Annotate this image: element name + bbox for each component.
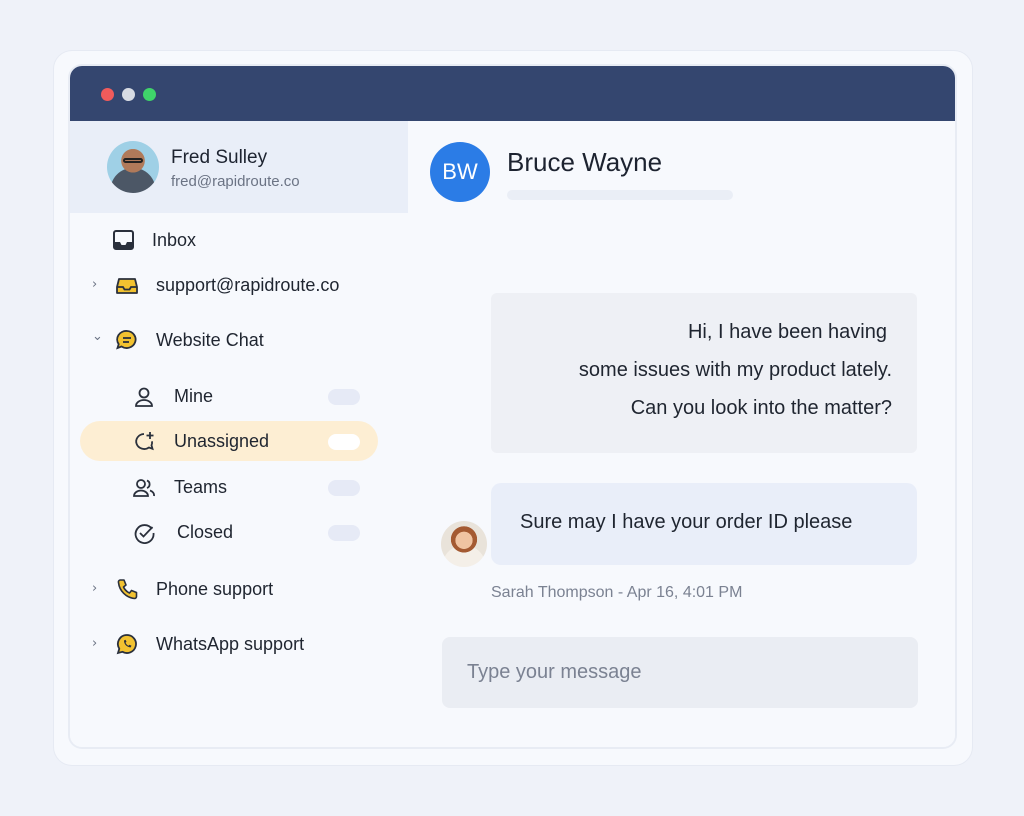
inbox-icon — [113, 230, 134, 250]
sidebar-item-label: Inbox — [152, 230, 197, 250]
message-meta: Sarah Thompson - Apr 16, 4:01 PM — [491, 584, 743, 601]
inbox-tray-icon — [116, 278, 138, 294]
team-icon — [133, 479, 155, 497]
contact-subtitle-placeholder — [507, 190, 733, 200]
close-window-button[interactable] — [101, 88, 114, 101]
count-badge — [328, 434, 360, 450]
count-badge — [328, 389, 360, 405]
incoming-message: Hi, I have been having some issues with … — [491, 293, 917, 453]
filter-unassigned[interactable]: Unassigned — [80, 421, 378, 461]
count-badge — [328, 525, 360, 541]
filter-label: Mine — [174, 386, 214, 406]
message-line: Can you look into the matter? — [630, 397, 892, 419]
sidebar-item-label: support@rapidroute.co — [156, 275, 340, 295]
minimize-window-button[interactable] — [122, 88, 135, 101]
user-icon — [135, 387, 153, 407]
sidebar-item-label: WhatsApp support — [156, 634, 305, 654]
whatsapp-icon — [116, 634, 137, 655]
message-composer[interactable] — [442, 637, 918, 708]
chat-bubble-icon — [116, 330, 137, 350]
chevron-down-icon[interactable]: ⌄ — [92, 329, 103, 344]
sidebar-item-inbox[interactable]: Inbox — [70, 220, 408, 260]
chat-add-icon — [135, 432, 154, 451]
user-avatar — [107, 141, 159, 193]
agent-avatar — [441, 521, 487, 567]
app-window: Fred Sulley fred@rapidroute.co Inbox › s… — [70, 66, 955, 747]
sidebar-item-whatsapp-support[interactable]: › WhatsApp support — [70, 624, 408, 664]
filter-label: Unassigned — [174, 431, 270, 451]
contact-name: Bruce Wayne — [507, 147, 663, 177]
message-line: Hi, I have been having — [687, 321, 887, 343]
phone-icon — [117, 579, 138, 600]
count-badge — [328, 480, 360, 496]
conversation-pane: BW Bruce Wayne Hi, I have been having so… — [408, 121, 955, 747]
maximize-window-button[interactable] — [143, 88, 156, 101]
filter-mine[interactable]: Mine — [80, 376, 378, 416]
message-text: Sure may I have your order ID please — [520, 511, 853, 533]
chevron-right-icon[interactable]: › — [92, 277, 97, 292]
check-circle-icon — [134, 524, 155, 544]
user-email: fred@rapidroute.co — [171, 173, 300, 190]
sidebar-item-label: Website Chat — [156, 330, 264, 350]
message-input[interactable] — [442, 637, 918, 708]
outgoing-message: Sure may I have your order ID please — [491, 483, 917, 565]
sidebar-item-website-chat[interactable]: ⌄ Website Chat — [70, 320, 408, 360]
chevron-right-icon[interactable]: › — [92, 636, 97, 651]
filter-label: Closed — [177, 522, 234, 542]
message-line: some issues with my product lately. — [578, 359, 892, 381]
sidebar: Fred Sulley fred@rapidroute.co Inbox › s… — [70, 121, 408, 747]
chevron-right-icon[interactable]: › — [92, 581, 97, 596]
filter-label: Teams — [174, 477, 228, 497]
filter-closed[interactable]: Closed — [80, 512, 378, 552]
filter-teams[interactable]: Teams — [80, 467, 378, 507]
user-profile[interactable]: Fred Sulley fred@rapidroute.co — [70, 121, 408, 213]
user-name: Fred Sulley — [171, 147, 268, 168]
contact-avatar: BW — [430, 142, 490, 202]
sidebar-item-support-email[interactable]: › support@rapidroute.co — [70, 265, 408, 305]
sidebar-item-phone-support[interactable]: › Phone support — [70, 569, 408, 609]
title-bar — [70, 66, 955, 121]
sidebar-item-label: Phone support — [156, 579, 274, 599]
